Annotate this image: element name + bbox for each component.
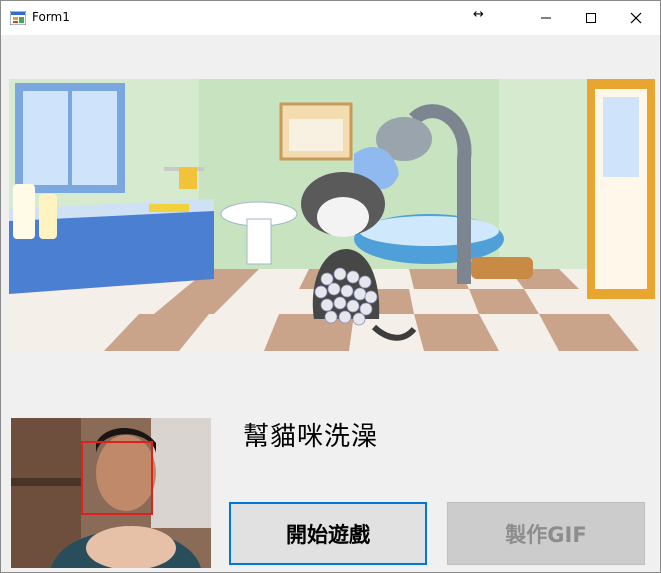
resize-cursor-icon: ↔ [473, 7, 484, 22]
title-bar[interactable]: Form1 ↔ [1, 1, 660, 35]
maximize-icon [586, 13, 596, 23]
close-icon [630, 12, 642, 24]
make-gif-button[interactable]: 製作GIF [447, 502, 645, 565]
webcam-preview [11, 418, 211, 568]
start-game-button[interactable]: 開始遊戲 [229, 502, 427, 565]
minimize-icon [541, 17, 551, 19]
close-button[interactable] [613, 1, 659, 35]
bathroom-scene-illustration [9, 79, 655, 351]
game-title-label: 幫貓咪洗澡 [243, 422, 379, 452]
game-scene-image[interactable] [9, 79, 655, 351]
window-title: Form1 [32, 10, 70, 24]
app-window: Form1 ↔ 幫貓咪洗澡 開始遊戲 製作GIF [0, 0, 661, 573]
app-icon [10, 11, 26, 25]
webcam-feed-image [11, 418, 211, 568]
minimize-button[interactable] [523, 1, 569, 35]
maximize-button[interactable] [568, 1, 614, 35]
